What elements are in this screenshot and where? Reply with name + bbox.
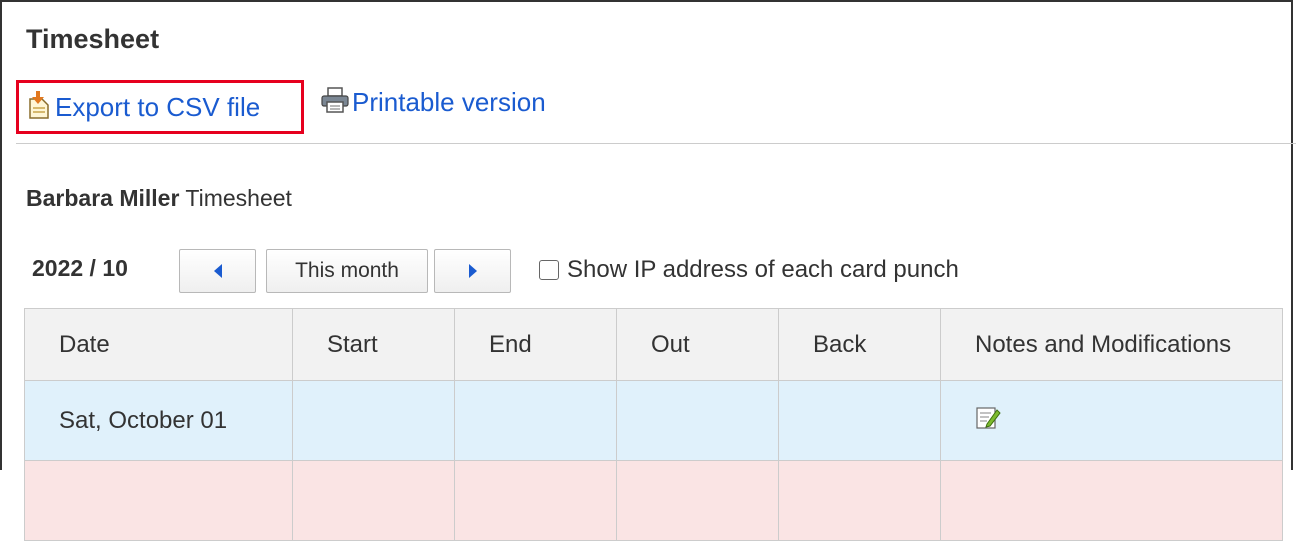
cell-back — [778, 460, 941, 541]
this-month-button[interactable]: This month — [266, 249, 428, 293]
timesheet-user-heading: Barbara Miller Timesheet — [26, 185, 292, 212]
timesheet-table: Date Start End Out Back Notes and Modifi… — [24, 308, 1283, 541]
cell-back — [778, 380, 941, 461]
printer-icon — [320, 86, 350, 119]
table-header-row: Date Start End Out Back Notes and Modifi… — [24, 308, 1283, 381]
show-ip-label: Show IP address of each card punch — [567, 256, 959, 283]
column-header-end: End — [454, 308, 617, 381]
chevron-left-icon — [213, 264, 222, 278]
cell-out — [616, 460, 779, 541]
table-row: Sat, October 01 — [24, 380, 1283, 461]
export-csv-link[interactable]: Export to CSV file — [16, 80, 304, 134]
cell-end — [454, 380, 617, 461]
column-header-notes: Notes and Modifications — [940, 308, 1283, 381]
user-name: Barbara Miller — [26, 185, 180, 211]
cell-notes — [940, 460, 1283, 541]
column-header-start: Start — [292, 308, 455, 381]
cell-date: Sat, October 01 — [24, 380, 293, 461]
cell-start — [292, 460, 455, 541]
show-ip-toggle[interactable]: Show IP address of each card punch — [539, 256, 959, 284]
table-row — [24, 460, 1283, 541]
current-month: 2022 / 10 — [32, 255, 128, 281]
cell-date — [24, 460, 293, 541]
page-title: Timesheet — [26, 24, 160, 54]
column-header-back: Back — [778, 308, 941, 381]
printable-version-label: Printable version — [352, 87, 546, 117]
edit-note-icon[interactable] — [975, 404, 1001, 437]
export-csv-label: Export to CSV file — [55, 91, 261, 122]
cell-out — [616, 380, 779, 461]
printable-version-link[interactable]: Printable version — [320, 86, 546, 119]
section-divider — [16, 143, 1296, 144]
show-ip-checkbox[interactable] — [539, 260, 559, 280]
cell-notes — [940, 380, 1283, 461]
cell-end — [454, 460, 617, 541]
column-header-out: Out — [616, 308, 779, 381]
column-header-date: Date — [24, 308, 293, 381]
user-heading-suffix: Timesheet — [185, 185, 292, 211]
next-month-button[interactable] — [434, 249, 511, 293]
export-csv-icon — [27, 90, 51, 125]
chevron-right-icon — [468, 264, 477, 278]
cell-start — [292, 380, 455, 461]
previous-month-button[interactable] — [179, 249, 256, 293]
